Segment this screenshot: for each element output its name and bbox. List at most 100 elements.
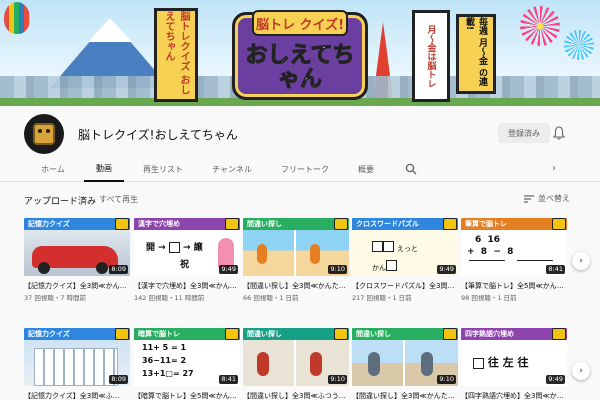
crossword-clue-a: えっと bbox=[397, 245, 418, 253]
section-title: アップロード済み bbox=[24, 197, 97, 207]
video-card[interactable]: 筆算で脳トレ 6 16 + 8 − 8 8:41 【筆算で脳トレ】全5問≪かんた… bbox=[461, 218, 567, 302]
split-divider bbox=[243, 340, 296, 386]
video-title[interactable]: 【漢字で穴埋め】全3問≪かんたん≫(フリー)脳トレ… bbox=[134, 281, 240, 291]
video-title[interactable]: 【記憶力クイズ】全3問≪ふ… bbox=[24, 391, 130, 400]
video-card[interactable]: 四字熟語穴埋め 往 左 往 9:49 【四字熟語穴埋め】全3問≪かん… bbox=[461, 328, 567, 400]
video-title[interactable]: 【間違い探し】全3問≪ふつう… bbox=[243, 391, 349, 400]
kanji-puzzle: 開 → → 譲 bbox=[146, 242, 203, 253]
person-illustration bbox=[368, 352, 380, 376]
video-duration: 9:49 bbox=[437, 265, 456, 274]
person-illustration bbox=[310, 244, 320, 264]
hissan-rule bbox=[517, 260, 553, 261]
banner-scroll-right-2: 毎週 月〜金 の連載! bbox=[456, 14, 496, 94]
car-wheel bbox=[38, 262, 50, 274]
tab-playlists[interactable]: 再生リスト bbox=[135, 156, 191, 182]
channel-badge-icon bbox=[225, 218, 239, 230]
tab-videos[interactable]: 動画 bbox=[84, 156, 124, 182]
video-title[interactable]: 【間違い探し】全3問≪かんたん… bbox=[352, 391, 458, 400]
video-title[interactable]: 【四字熟語穴埋め】全3問≪かん… bbox=[461, 391, 567, 400]
video-card[interactable]: 間違い探し 9:10 【間違い探し】全3問≪ふつう… bbox=[243, 328, 349, 400]
bell-icon[interactable] bbox=[553, 126, 565, 140]
video-card[interactable]: クロスワードパズル えっと かん 9:49 【クロスワードパズル】全3問≪かんた… bbox=[352, 218, 458, 302]
video-thumbnail[interactable]: 間違い探し 9:10 bbox=[352, 328, 458, 386]
channel-badge-icon bbox=[225, 328, 239, 340]
firework-icon bbox=[520, 6, 560, 46]
tab-free-talk[interactable]: フリートーク bbox=[276, 156, 334, 182]
channel-avatar[interactable] bbox=[24, 114, 64, 154]
video-title[interactable]: 【暗算で脳トレ】全5問≪かんたん≫… bbox=[134, 391, 240, 400]
subscribed-button[interactable]: 登録済み bbox=[498, 123, 550, 143]
video-thumbnail[interactable]: 筆算で脳トレ 6 16 + 8 − 8 8:41 bbox=[461, 218, 567, 276]
video-duration: 8:09 bbox=[109, 375, 128, 384]
video-duration: 8:09 bbox=[109, 265, 128, 274]
video-thumbnail[interactable]: 記憶力クイズ 8:09 bbox=[24, 328, 130, 386]
kanji-right: 譲 bbox=[193, 243, 203, 253]
firework-icon bbox=[564, 30, 594, 60]
video-meta: 142 回視聴・11 時間前 bbox=[134, 294, 205, 302]
video-meta: 37 回視聴・7 時間前 bbox=[24, 294, 87, 302]
video-thumbnail[interactable]: 記憶力クイズ 8:09 bbox=[24, 218, 130, 276]
sort-label: 並べ替え bbox=[538, 194, 570, 203]
video-duration: 8:41 bbox=[546, 265, 565, 274]
video-thumbnail[interactable]: 間違い探し 9:10 bbox=[243, 328, 349, 386]
mount-fuji-snow bbox=[88, 18, 132, 42]
shelf-next-button[interactable]: › bbox=[572, 252, 590, 270]
play-all-link[interactable]: すべて再生 bbox=[99, 194, 138, 205]
tab-channels[interactable]: チャンネル bbox=[204, 156, 260, 182]
video-card[interactable]: 漢字で穴埋め 開 → → 譲 祝 9:49 【漢字で穴埋め】全3問≪かんたん≫(… bbox=[134, 218, 240, 302]
anzan-line-2: 36−11= 2 bbox=[142, 356, 187, 365]
video-thumbnail[interactable]: クロスワードパズル えっと かん 9:49 bbox=[352, 218, 458, 276]
tab-about[interactable]: 概要 bbox=[348, 156, 384, 182]
search-icon[interactable] bbox=[405, 163, 417, 175]
video-title[interactable]: 【間違い探し】全3問≪かんたん≫(フリー)脳トレク… bbox=[243, 281, 349, 291]
chevron-right-icon[interactable]: › bbox=[552, 163, 556, 174]
channel-badge-icon bbox=[443, 218, 457, 230]
video-thumbnail[interactable]: 漢字で穴埋め 開 → → 譲 祝 9:49 bbox=[134, 218, 240, 276]
hissan-line-1: 6 16 bbox=[475, 235, 501, 245]
video-thumbnail[interactable]: 四字熟語穴埋め 往 左 往 9:49 bbox=[461, 328, 567, 386]
channel-badge-icon bbox=[552, 218, 566, 230]
split-divider bbox=[243, 230, 296, 276]
robot-icon bbox=[33, 123, 55, 145]
crossword-clue-b: かん bbox=[372, 264, 386, 272]
yoji-puzzle: 往 左 往 bbox=[473, 354, 529, 370]
video-meta: 66 回視聴・1 日前 bbox=[243, 294, 299, 302]
banner-scroll-left: 脳トレクイズ おしえてちゃん bbox=[154, 8, 198, 102]
video-title[interactable]: 【記憶力クイズ】全3問≪かんたん≫(フリー)脳トレ… bbox=[24, 281, 130, 291]
person-illustration bbox=[257, 352, 269, 376]
video-title[interactable]: 【クロスワードパズル】全3問≪かんたん≫(フリー)… bbox=[352, 281, 458, 291]
video-thumbnail[interactable]: 間違い探し 9:10 bbox=[243, 218, 349, 276]
channel-badge-icon bbox=[443, 328, 457, 340]
video-card[interactable]: 記憶力クイズ 8:09 【記憶力クイズ】全3問≪ふ… bbox=[24, 328, 130, 400]
channel-badge-icon bbox=[115, 218, 129, 230]
video-title[interactable]: 【筆算で脳トレ】全5問≪かんたん≫脳トレクイズ 高… bbox=[461, 281, 567, 291]
channel-banner: 脳トレクイズ おしえてちゃん 脳トレ クイズ! おしえてちゃん 月〜金は脳トレ … bbox=[0, 0, 600, 106]
video-card[interactable]: 間違い探し 9:10 【間違い探し】全3問≪かんたん… bbox=[352, 328, 458, 400]
car-wheel bbox=[96, 262, 108, 274]
kanji-left: 開 bbox=[146, 243, 156, 253]
channel-badge-icon bbox=[552, 328, 566, 340]
channel-badge-icon bbox=[334, 328, 348, 340]
kanji-bottom: 祝 bbox=[180, 260, 190, 270]
video-duration: 9:49 bbox=[546, 375, 565, 384]
tab-home[interactable]: ホーム bbox=[30, 156, 76, 182]
anzan-line-1: 11+ 5 = 1 bbox=[142, 343, 187, 352]
video-card[interactable]: 暗算で脳トレ 11+ 5 = 1 36−11= 2 13+1□= 27 8:41… bbox=[134, 328, 240, 400]
shelf-next-button[interactable]: › bbox=[572, 362, 590, 380]
building-illustration bbox=[34, 348, 118, 386]
hissan-line-2: + 8 − 8 bbox=[467, 247, 514, 257]
sort-button[interactable]: 並べ替え bbox=[524, 193, 570, 204]
channel-badge-icon bbox=[115, 328, 129, 340]
video-thumbnail[interactable]: 暗算で脳トレ 11+ 5 = 1 36−11= 2 13+1□= 27 8:41 bbox=[134, 328, 240, 386]
sort-icon bbox=[524, 194, 534, 203]
video-meta: 217 回視聴・1 日前 bbox=[352, 294, 412, 302]
person-illustration bbox=[310, 352, 322, 376]
video-duration: 9:10 bbox=[328, 375, 347, 384]
banner-logo-main: おしえてちゃん bbox=[245, 43, 355, 92]
video-card[interactable]: 記憶力クイズ 8:09 【記憶力クイズ】全3問≪かんたん≫(フリー)脳トレ… 3… bbox=[24, 218, 130, 302]
video-card[interactable]: 間違い探し 9:10 【間違い探し】全3問≪かんたん≫(フリー)脳トレク… 66… bbox=[243, 218, 349, 302]
yoji-text: 往 左 往 bbox=[487, 356, 529, 369]
hissan-rule bbox=[469, 260, 505, 261]
video-duration: 9:49 bbox=[219, 265, 238, 274]
hot-air-balloon-icon bbox=[4, 2, 30, 34]
